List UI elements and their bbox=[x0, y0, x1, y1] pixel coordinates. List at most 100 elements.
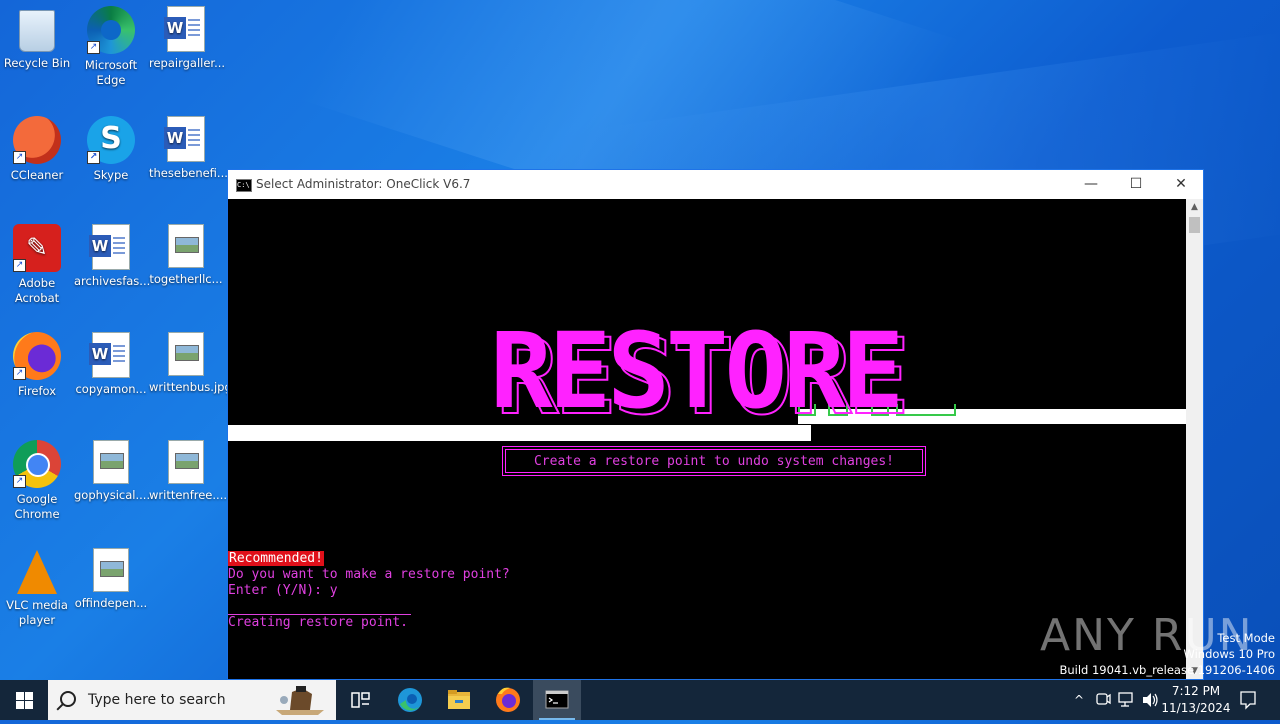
taskbar-file-explorer-button[interactable] bbox=[435, 680, 483, 720]
word-document-icon bbox=[89, 224, 130, 270]
image-file-icon bbox=[168, 224, 204, 268]
desktop-icon-togetherllc[interactable]: togetherllc... bbox=[149, 218, 223, 287]
volume-icon[interactable] bbox=[1140, 680, 1160, 720]
desktop-icon-vlc[interactable]: VLC media player bbox=[0, 542, 74, 628]
test-mode-text: Test Mode bbox=[1217, 631, 1275, 645]
desktop-icon-google-chrome[interactable]: ↗ Google Chrome bbox=[0, 434, 74, 522]
tray-chevron-icon[interactable]: ^ bbox=[1071, 680, 1087, 720]
os-edition-text: Windows 10 Pro bbox=[1183, 647, 1275, 661]
desktop-icon-label: CCleaner bbox=[10, 168, 64, 182]
desktop-icon-repairgallery[interactable]: repairgaller... bbox=[149, 0, 226, 71]
desktop-icon-label: togetherllc... bbox=[149, 272, 223, 286]
meet-now-icon[interactable] bbox=[1094, 680, 1112, 720]
edge-icon bbox=[398, 688, 422, 712]
subtitle-text: Create a restore point to undo system ch… bbox=[505, 449, 923, 473]
search-icon bbox=[60, 691, 76, 707]
cmd-icon: C:\ bbox=[236, 179, 252, 192]
shortcut-arrow-icon: ↗ bbox=[13, 151, 26, 164]
maximize-button[interactable]: ☐ bbox=[1113, 170, 1159, 199]
shortcut-arrow-icon: ↗ bbox=[87, 151, 100, 164]
desktop-icon-label: repairgaller... bbox=[149, 56, 226, 70]
desktop-icon-recycle-bin[interactable]: Recycle Bin bbox=[0, 0, 74, 71]
image-file-icon bbox=[93, 548, 129, 592]
desktop-icon-label: Microsoft Edge bbox=[84, 58, 138, 87]
taskbar-firefox-button[interactable] bbox=[484, 680, 532, 720]
desktop-icon-thesebenefits[interactable]: thesebenefi... bbox=[149, 110, 228, 181]
banner-outline-text: RESTORE bbox=[495, 316, 911, 438]
prompt-text: Enter (Y/N): y bbox=[228, 583, 338, 598]
desktop-icon-skype[interactable]: S ↗ Skype bbox=[74, 110, 148, 183]
shortcut-arrow-icon: ↗ bbox=[13, 367, 26, 380]
subtitle-box: Create a restore point to undo system ch… bbox=[502, 446, 926, 476]
image-file-icon bbox=[168, 332, 204, 376]
desktop-icon-firefox[interactable]: ↗ Firefox bbox=[0, 326, 74, 399]
close-button[interactable]: ✕ bbox=[1158, 170, 1204, 199]
window-title: Select Administrator: OneClick V6.7 bbox=[256, 177, 471, 191]
start-button[interactable] bbox=[0, 680, 48, 720]
scroll-thumb[interactable] bbox=[1189, 217, 1200, 233]
desktop-icon-label: gophysical.... bbox=[74, 488, 151, 502]
clock-date: 11/13/2024 bbox=[1161, 701, 1231, 715]
image-file-icon bbox=[93, 440, 129, 484]
image-file-icon bbox=[168, 440, 204, 484]
edge-icon: ↗ bbox=[87, 6, 135, 54]
desktop-icon-edge[interactable]: ↗ Microsoft Edge bbox=[74, 0, 148, 88]
taskbar-edge-button[interactable] bbox=[386, 680, 434, 720]
word-document-icon bbox=[164, 6, 205, 52]
desktop-icon-label: writtenbus.jpg bbox=[149, 380, 232, 394]
search-box[interactable]: Type here to search bbox=[48, 680, 336, 720]
network-icon[interactable] bbox=[1116, 680, 1136, 720]
recycle-bin-icon bbox=[19, 10, 55, 52]
desktop-icon-gophysical[interactable]: gophysical.... bbox=[74, 434, 151, 503]
restore-banner: RESTORE RESTORE bbox=[490, 319, 911, 430]
desktop-icon-label: Firefox bbox=[17, 384, 57, 398]
desktop-icon-label: Adobe Acrobat bbox=[14, 276, 60, 305]
recommended-badge: Recommended! bbox=[228, 551, 324, 566]
desktop-icon-label: Recycle Bin bbox=[3, 56, 71, 70]
desktop-icon-ccleaner[interactable]: ↗ CCleaner bbox=[0, 110, 74, 183]
console-window[interactable]: C:\ Select Administrator: OneClick V6.7 … bbox=[227, 169, 1204, 680]
shortcut-arrow-icon: ↗ bbox=[87, 41, 100, 54]
desktop-icon-label: Skype bbox=[93, 168, 129, 182]
desktop-icon-label: writtenfree.... bbox=[149, 488, 228, 502]
clock-time: 7:12 PM bbox=[1171, 684, 1221, 698]
search-highlight-icon bbox=[276, 686, 324, 715]
chrome-icon: ↗ bbox=[13, 440, 61, 488]
firefox-icon: ↗ bbox=[13, 332, 61, 380]
desktop-icon-label: archivesfas... bbox=[74, 274, 151, 288]
desktop-icon-offindepen[interactable]: offindepen... bbox=[74, 542, 148, 611]
desktop-icon-label: Google Chrome bbox=[14, 492, 60, 521]
desktop-icon-label: thesebenefi... bbox=[149, 166, 228, 180]
desktop-icon-writtenbus[interactable]: writtenbus.jpg bbox=[149, 326, 232, 395]
taskbar-console-button[interactable] bbox=[533, 680, 581, 720]
desktop-icon-label: VLC media player bbox=[6, 598, 68, 627]
minimize-button[interactable]: — bbox=[1068, 170, 1114, 199]
folder-icon bbox=[448, 690, 470, 709]
scroll-up-icon[interactable]: ▲ bbox=[1186, 199, 1203, 215]
vertical-scrollbar[interactable]: ▲ ▼ bbox=[1186, 199, 1203, 679]
task-view-icon bbox=[351, 692, 370, 708]
desktop-icon-adobe-acrobat[interactable]: ✎ ↗ Adobe Acrobat bbox=[0, 218, 74, 306]
firefox-icon bbox=[496, 687, 520, 712]
desktop-icon-copyamon[interactable]: copyamon... bbox=[74, 326, 148, 397]
desktop-icon-archivesfast[interactable]: archivesfas... bbox=[74, 218, 151, 289]
desktop-icon-label: copyamon... bbox=[75, 382, 147, 396]
title-bar[interactable]: C:\ Select Administrator: OneClick V6.7 … bbox=[228, 170, 1203, 199]
shortcut-arrow-icon: ↗ bbox=[13, 259, 26, 272]
notification-icon[interactable] bbox=[1238, 680, 1258, 720]
search-placeholder: Type here to search bbox=[88, 692, 226, 708]
console-output[interactable]: RESTORE RESTORE Create a restore point t… bbox=[228, 199, 1186, 679]
skype-icon: S ↗ bbox=[87, 116, 135, 164]
clock[interactable]: 7:12 PM 11/13/2024 bbox=[1158, 683, 1234, 717]
taskbar: Type here to search ^ 7:12 PM 11/13/2024 bbox=[0, 680, 1280, 720]
desktop-icon-writtenfree[interactable]: writtenfree.... bbox=[149, 434, 228, 503]
status-text: Creating restore point. bbox=[228, 615, 409, 630]
word-document-icon bbox=[89, 332, 130, 378]
build-text: Build 19041.vb_release.191206-1406 bbox=[1059, 663, 1275, 677]
acrobat-icon: ✎ ↗ bbox=[13, 224, 61, 272]
vlc-icon bbox=[17, 550, 57, 594]
ccleaner-icon: ↗ bbox=[13, 116, 61, 164]
task-view-button[interactable] bbox=[336, 680, 384, 720]
recommended-line: Recommended! bbox=[228, 551, 324, 567]
desktop-icon-label: offindepen... bbox=[74, 596, 148, 610]
